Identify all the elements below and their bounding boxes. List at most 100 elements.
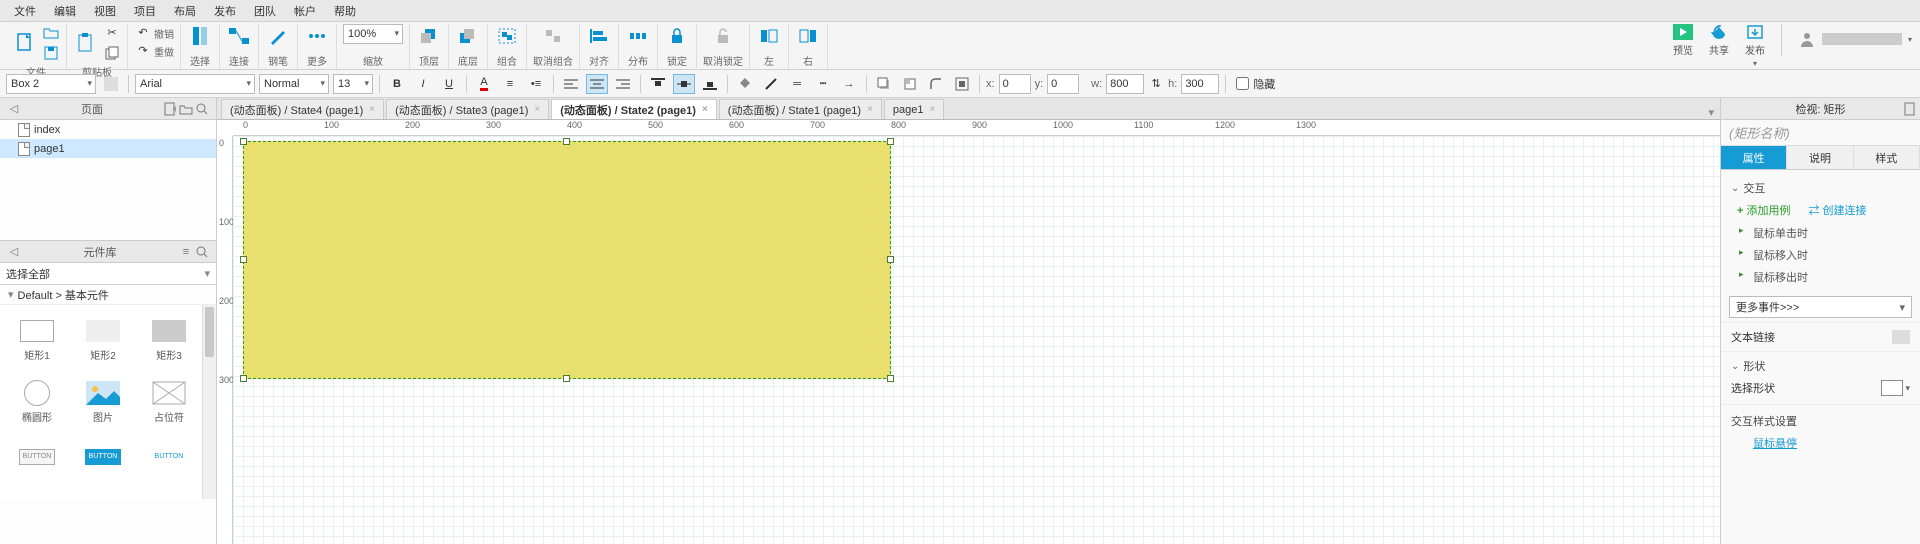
widget-image[interactable]: 图片 bbox=[70, 371, 136, 433]
style-hover-link[interactable]: 鼠标悬停 bbox=[1731, 433, 1910, 453]
resize-handle-e[interactable] bbox=[887, 256, 894, 263]
resize-handle-n[interactable] bbox=[563, 138, 570, 145]
menu-view[interactable]: 视图 bbox=[86, 1, 124, 21]
search-lib-icon[interactable] bbox=[194, 244, 210, 260]
create-link-link[interactable]: 创建连接 bbox=[1808, 202, 1866, 218]
hidden-checkbox[interactable] bbox=[1236, 77, 1249, 90]
collapse-lib-icon[interactable]: ◁ bbox=[6, 244, 22, 260]
tabs-menu-icon[interactable]: ▾ bbox=[1702, 106, 1720, 119]
dock-left-icon[interactable] bbox=[756, 24, 782, 48]
tab-page1[interactable]: page1× bbox=[884, 99, 944, 119]
menu-publish[interactable]: 发布 bbox=[206, 1, 244, 21]
add-page-icon[interactable] bbox=[162, 101, 178, 117]
search-pages-icon[interactable] bbox=[194, 101, 210, 117]
tab-state4[interactable]: (动态面板) / State4 (page1)× bbox=[221, 99, 384, 119]
valign-top-button[interactable] bbox=[647, 74, 669, 94]
send-back-icon[interactable] bbox=[455, 24, 481, 48]
publish-button[interactable]: 发布▾ bbox=[1745, 24, 1765, 68]
menu-edit[interactable]: 编辑 bbox=[46, 1, 84, 21]
group-icon[interactable] bbox=[494, 24, 520, 48]
widget-placeholder[interactable]: 占位符 bbox=[136, 371, 202, 433]
ungroup-icon[interactable] bbox=[540, 24, 566, 48]
tab-state2[interactable]: (动态面板) / State2 (page1)× bbox=[551, 99, 717, 119]
ruler-vertical[interactable]: 0100200300 bbox=[217, 136, 233, 544]
widget-ellipse[interactable]: 椭圆形 bbox=[4, 371, 70, 433]
tab-state1[interactable]: (动态面板) / State1 (page1)× bbox=[719, 99, 882, 119]
widget-button3[interactable]: BUTTON bbox=[136, 433, 202, 495]
redo-icon[interactable]: ↷ bbox=[134, 42, 152, 60]
line-color-button[interactable] bbox=[760, 74, 782, 94]
section-shape[interactable]: 形状 bbox=[1731, 356, 1910, 376]
more-events-select[interactable]: 更多事件>>> bbox=[1729, 296, 1912, 318]
pen-icon[interactable] bbox=[265, 24, 291, 48]
page-item-index[interactable]: index bbox=[0, 120, 216, 139]
bring-front-icon[interactable] bbox=[416, 24, 442, 48]
close-icon[interactable]: × bbox=[534, 104, 540, 115]
tab-state3[interactable]: (动态面板) / State3 (page1)× bbox=[386, 99, 549, 119]
font-color-button[interactable]: A bbox=[473, 74, 495, 94]
lock-aspect-icon[interactable]: ⇅ bbox=[1148, 74, 1164, 94]
bold-button[interactable]: B bbox=[386, 74, 408, 94]
menu-file[interactable]: 文件 bbox=[6, 1, 44, 21]
resize-handle-nw[interactable] bbox=[240, 138, 247, 145]
corner-radius-button[interactable] bbox=[925, 74, 947, 94]
close-icon[interactable]: × bbox=[930, 104, 936, 115]
connect-icon[interactable] bbox=[226, 24, 252, 48]
x-input[interactable] bbox=[999, 74, 1031, 94]
font-family-select[interactable]: Arial bbox=[135, 74, 255, 94]
paste-icon[interactable] bbox=[73, 31, 99, 55]
valign-middle-button[interactable] bbox=[673, 74, 695, 94]
shape-type-select[interactable]: Box 2 bbox=[6, 74, 96, 94]
close-icon[interactable]: × bbox=[702, 104, 708, 115]
align-left-button[interactable] bbox=[560, 74, 582, 94]
line-width-button[interactable]: ═ bbox=[786, 74, 808, 94]
notes-icon[interactable] bbox=[1904, 102, 1916, 116]
add-folder-icon[interactable] bbox=[178, 101, 194, 117]
event-mouseleave[interactable]: 鼠标移出时 bbox=[1731, 266, 1910, 288]
save-icon[interactable] bbox=[42, 44, 60, 62]
padding-button[interactable] bbox=[951, 74, 973, 94]
font-weight-select[interactable]: Normal bbox=[259, 74, 329, 94]
tab-notes[interactable]: 说明 bbox=[1787, 146, 1853, 169]
bullets-button[interactable]: •≡ bbox=[525, 74, 547, 94]
new-file-icon[interactable] bbox=[12, 31, 38, 55]
text-link-button[interactable] bbox=[1892, 330, 1910, 344]
shape-picker[interactable]: ▾ bbox=[1881, 380, 1910, 396]
library-category[interactable]: ▾Default > 基本元件 bbox=[0, 285, 216, 305]
align-icon[interactable] bbox=[586, 24, 612, 48]
resize-handle-sw[interactable] bbox=[240, 375, 247, 382]
widget-rect3[interactable]: 矩形3 bbox=[136, 309, 202, 371]
y-input[interactable] bbox=[1047, 74, 1079, 94]
tab-properties[interactable]: 属性 bbox=[1721, 146, 1787, 169]
selected-shape[interactable] bbox=[243, 141, 891, 379]
font-size-select[interactable]: 13 bbox=[333, 74, 373, 94]
close-icon[interactable]: × bbox=[867, 104, 873, 115]
align-right-button[interactable] bbox=[612, 74, 634, 94]
copy-icon[interactable] bbox=[103, 44, 121, 62]
lock-icon[interactable] bbox=[664, 24, 690, 48]
page-item-page1[interactable]: page1 bbox=[0, 139, 216, 158]
resize-handle-ne[interactable] bbox=[887, 138, 894, 145]
tab-style[interactable]: 样式 bbox=[1854, 146, 1920, 169]
widget-button1[interactable]: BUTTON bbox=[4, 433, 70, 495]
event-click[interactable]: 鼠标单击时 bbox=[1731, 222, 1910, 244]
arrow-style-button[interactable]: → bbox=[838, 74, 860, 94]
widget-rect1[interactable]: 矩形1 bbox=[4, 309, 70, 371]
fill-color-button[interactable] bbox=[734, 74, 756, 94]
distribute-icon[interactable] bbox=[625, 24, 651, 48]
close-icon[interactable]: × bbox=[369, 104, 375, 115]
shadow-outer-button[interactable] bbox=[873, 74, 895, 94]
shape-name-input[interactable]: (矩形名称) bbox=[1721, 120, 1920, 146]
menu-layout[interactable]: 布局 bbox=[166, 1, 204, 21]
ruler-horizontal[interactable]: 0100200300400500600700800900100011001200… bbox=[233, 120, 1720, 136]
shadow-inner-button[interactable] bbox=[899, 74, 921, 94]
w-input[interactable] bbox=[1106, 74, 1144, 94]
undo-icon[interactable]: ↶ bbox=[134, 24, 152, 42]
resize-handle-s[interactable] bbox=[563, 375, 570, 382]
underline-button[interactable]: U bbox=[438, 74, 460, 94]
resize-handle-w[interactable] bbox=[240, 256, 247, 263]
align-center-button[interactable] bbox=[586, 74, 608, 94]
share-button[interactable]: 共享 bbox=[1709, 24, 1729, 57]
resize-handle-se[interactable] bbox=[887, 375, 894, 382]
zoom-select[interactable]: 100% bbox=[343, 24, 403, 44]
